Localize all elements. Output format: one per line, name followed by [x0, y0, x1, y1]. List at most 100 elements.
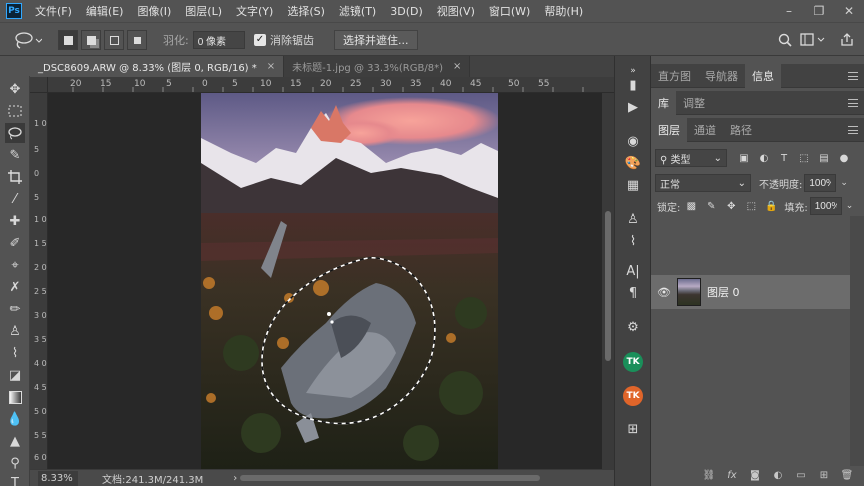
filter-toggle-icon[interactable]: ● — [837, 151, 851, 165]
intersect-selection-button[interactable] — [127, 30, 147, 50]
document-image[interactable] — [201, 93, 498, 469]
menu-layer[interactable]: 图层(L) — [178, 3, 229, 19]
pixel-filter-icon[interactable]: ▣ — [737, 151, 751, 165]
lock-artboard-icon[interactable]: ⬚ — [744, 199, 758, 213]
feather-input[interactable] — [192, 31, 245, 49]
close-icon[interactable]: ✕ — [834, 0, 864, 22]
group-folder-icon[interactable]: ▭ — [792, 467, 810, 483]
tab-layers[interactable]: 图层 — [651, 118, 687, 142]
chevron-down-icon[interactable]: ⌄ — [840, 178, 848, 188]
layer-filter-dropdown[interactable]: ⚲ 类型 ⌄ — [655, 149, 727, 167]
close-tab-icon[interactable]: × — [267, 61, 275, 72]
status-arrow-icon[interactable]: › — [233, 473, 237, 484]
color-palette-icon[interactable]: 🎨 — [624, 154, 642, 172]
menu-view[interactable]: 视图(V) — [430, 3, 482, 19]
marquee-tool-icon[interactable] — [5, 101, 25, 121]
scroll-thumb[interactable] — [605, 211, 611, 361]
add-selection-button[interactable] — [81, 30, 101, 50]
lock-all-icon[interactable]: 🔒 — [764, 199, 778, 213]
blend-mode-dropdown[interactable]: 正常 ⌄ — [655, 174, 751, 192]
chevron-down-icon[interactable]: ⌄ — [846, 201, 854, 211]
vertical-ruler[interactable]: 1 0 5 0 5 1 0 1 5 2 0 2 5 3 0 3 5 4 0 4 … — [30, 93, 48, 469]
pencil-tool-icon[interactable]: ✏ — [5, 299, 25, 319]
brush-settings-icon[interactable]: ⌇ — [624, 232, 642, 250]
lock-position-icon[interactable]: ✥ — [724, 199, 738, 213]
play-actions-icon[interactable]: ▶ — [624, 98, 642, 116]
subtract-selection-button[interactable] — [104, 30, 124, 50]
mixer-brush-tool-icon[interactable]: ⌇ — [5, 343, 25, 363]
lasso-tool-icon[interactable] — [5, 123, 25, 143]
tab-info[interactable]: 信息 — [745, 64, 781, 88]
menu-help[interactable]: 帮助(H) — [537, 3, 590, 19]
glyphs-icon[interactable]: ⚙ — [624, 318, 642, 336]
shape-filter-icon[interactable]: ⬚ — [797, 151, 811, 165]
lock-image-icon[interactable]: ✎ — [704, 199, 718, 213]
layer-thumbnail[interactable] — [676, 278, 701, 306]
measurement-icon[interactable]: ⊞ — [624, 420, 642, 438]
canvas-area[interactable] — [48, 93, 602, 469]
type-tool-icon[interactable]: T — [5, 473, 25, 486]
restore-icon[interactable]: ❐ — [804, 0, 834, 22]
lasso-preset-picker[interactable] — [12, 30, 42, 50]
swatches-icon[interactable]: ▦ — [624, 176, 642, 194]
properties-icon[interactable]: ◉ — [624, 132, 642, 150]
zoom-field[interactable]: 8.33% — [38, 470, 78, 486]
horizontal-ruler[interactable]: 20 15 10 5 0 5 10 15 20 25 30 35 40 45 5… — [48, 77, 614, 93]
tab-libraries[interactable]: 库 — [651, 91, 676, 115]
move-tool-icon[interactable]: ✥ — [5, 79, 25, 99]
eyedropper-tool-icon[interactable]: ⁄ — [5, 189, 25, 209]
fill-input[interactable] — [809, 197, 842, 215]
delete-layer-icon[interactable]: 🗑 — [838, 467, 856, 483]
gradient-tool-icon[interactable] — [5, 387, 25, 407]
type-filter-icon[interactable]: T — [777, 151, 791, 165]
spot-healing-tool-icon[interactable]: ✚ — [5, 211, 25, 231]
menu-image[interactable]: 图像(I) — [130, 3, 178, 19]
add-mask-icon[interactable]: ◙ — [746, 467, 764, 483]
adjustment-filter-icon[interactable]: ◐ — [757, 151, 771, 165]
character-icon[interactable]: A| — [624, 262, 642, 280]
opacity-input[interactable] — [804, 174, 837, 192]
history-icon[interactable]: ▮ — [624, 76, 642, 94]
canvas-horizontal-scrollbar[interactable] — [240, 475, 540, 481]
minimize-icon[interactable]: – — [774, 0, 804, 22]
menu-filter[interactable]: 滤镜(T) — [332, 3, 383, 19]
search-icon[interactable] — [778, 30, 792, 50]
adjustment-layer-icon[interactable]: ◐ — [769, 467, 787, 483]
new-layer-icon[interactable]: ⊞ — [815, 467, 833, 483]
tab-paths[interactable]: 路径 — [723, 118, 759, 142]
tk-panel-green-icon[interactable]: TK — [623, 352, 643, 372]
clone-source-icon[interactable]: ♙ — [624, 210, 642, 228]
tk-panel-orange-icon[interactable]: TK — [623, 386, 643, 406]
layer-row[interactable]: 👁 图层 0 — [651, 275, 850, 309]
workspace-icon[interactable] — [800, 30, 826, 50]
close-tab-icon[interactable]: × — [453, 61, 461, 72]
ruler-origin[interactable] — [30, 77, 48, 93]
share-icon[interactable] — [840, 30, 854, 50]
blur-tool-icon[interactable]: 💧 — [5, 409, 25, 429]
layer-name[interactable]: 图层 0 — [707, 284, 740, 300]
quick-select-tool-icon[interactable]: ✎ — [5, 145, 25, 165]
layers-scrollbar[interactable] — [850, 216, 864, 466]
dodge-tool-icon[interactable]: ⚲ — [5, 453, 25, 473]
link-layers-icon[interactable]: ⛓ — [700, 467, 718, 483]
clone-stamp-tool-icon[interactable]: ⌖ — [5, 255, 25, 275]
select-and-mask-button[interactable]: 选择并遮住... — [334, 30, 418, 50]
smart-object-filter-icon[interactable]: ▤ — [817, 151, 831, 165]
tab-navigator[interactable]: 导航器 — [698, 64, 745, 88]
brush-tool-icon[interactable]: ✐ — [5, 233, 25, 253]
menu-3d[interactable]: 3D(D) — [383, 5, 430, 18]
new-selection-button[interactable] — [58, 30, 78, 50]
stamp-tool-icon[interactable]: ♙ — [5, 321, 25, 341]
tab-dsc8609[interactable]: _DSC8609.ARW @ 8.33% (图层 0, RGB/16) * × — [30, 56, 285, 77]
panel-menu-icon[interactable] — [848, 99, 858, 107]
tab-histogram[interactable]: 直方图 — [651, 64, 698, 88]
crop-tool-icon[interactable] — [5, 167, 25, 187]
menu-file[interactable]: 文件(F) — [28, 3, 79, 19]
canvas-vertical-scrollbar[interactable] — [602, 93, 614, 469]
antialias-checkbox[interactable]: ✓ — [254, 34, 266, 46]
menu-edit[interactable]: 编辑(E) — [79, 3, 131, 19]
tab-untitled-1[interactable]: 未标题-1.jpg @ 33.3%(RGB/8*) × — [284, 56, 471, 77]
tab-adjustments[interactable]: 调整 — [676, 91, 712, 115]
eraser-tool-icon[interactable]: ◪ — [5, 365, 25, 385]
visibility-eye-icon[interactable]: 👁 — [657, 286, 671, 299]
